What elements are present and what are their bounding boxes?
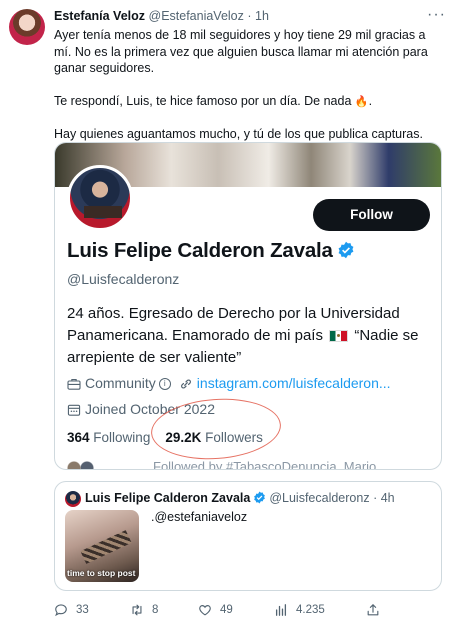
retweet-action[interactable]: 8 xyxy=(130,602,158,618)
info-icon[interactable]: i xyxy=(158,378,171,391)
profile-name-row: Luis Felipe Calderon Zavala xyxy=(67,239,355,263)
verified-badge-icon xyxy=(338,241,354,259)
calendar-icon xyxy=(67,405,81,416)
link-icon xyxy=(180,379,191,389)
reply-count: 33 xyxy=(76,604,89,616)
profile-category: Community xyxy=(85,375,156,391)
more-options-icon[interactable]: ··· xyxy=(427,6,446,24)
following-count: 364 xyxy=(67,430,90,445)
following-stat[interactable]: 364 Following xyxy=(67,430,150,445)
quoted-author-handle: @Luisfecalderonz xyxy=(269,491,370,505)
profile-bio-text: 24 años. Egresado de Derecho por la Univ… xyxy=(67,305,400,344)
tweet: Estefanía Veloz @EstefaniaVeloz · 1h ···… xyxy=(0,0,456,620)
profile-link[interactable]: instagram.com/luisfecalderon... xyxy=(197,375,391,391)
follow-button[interactable]: Follow xyxy=(313,199,430,231)
quoted-tweet-text: .@estefaniaveloz xyxy=(151,510,248,524)
profile-meta-row: Community i instagram.com/luisfecalderon..… xyxy=(67,375,391,391)
following-label: Following xyxy=(93,430,151,445)
share-action[interactable] xyxy=(366,602,380,618)
followed-by-avatars xyxy=(67,460,121,469)
tweet-paragraph-text: Te respondí, Luis, te hice famoso por un… xyxy=(54,93,352,108)
briefcase-icon xyxy=(67,379,81,390)
emoji-icon: 🔥 xyxy=(354,95,369,108)
author-avatar[interactable] xyxy=(9,9,45,45)
mexico-flag-icon xyxy=(329,330,349,343)
share-icon xyxy=(367,604,379,616)
tweet-time[interactable]: 1h xyxy=(255,9,269,23)
retweet-count: 8 xyxy=(152,604,159,616)
profile-card-screenshot[interactable]: Follow Luis Felipe Calderon Zavala @Luis… xyxy=(54,142,442,470)
like-count: 49 xyxy=(220,604,233,616)
heart-icon xyxy=(199,605,211,616)
media-caption: time to stop post xyxy=(67,568,136,578)
separator: · xyxy=(373,491,378,505)
quoted-tweet-time: 4h xyxy=(380,491,395,505)
quoted-author-avatar xyxy=(65,491,81,507)
followed-by-text: Followed by #TabascoDenuncia, Mario xyxy=(153,459,377,470)
profile-handle: @Luisfecalderonz xyxy=(67,271,180,287)
profile-avatar xyxy=(67,165,133,231)
separator: · xyxy=(247,9,252,23)
reply-action[interactable]: 33 xyxy=(54,602,89,618)
views-count: 4.235 xyxy=(296,604,325,616)
retweet-icon xyxy=(132,604,142,616)
views-chart-icon xyxy=(275,604,287,616)
verified-badge-icon xyxy=(254,491,266,504)
quoted-author-name: Luis Felipe Calderon Zavala xyxy=(85,491,251,505)
tweet-header: Estefanía Veloz @EstefaniaVeloz · 1h xyxy=(54,9,446,27)
tweet-text: Ayer tenía menos de 18 mil seguidores y … xyxy=(54,27,446,159)
profile-bio: 24 años. Egresado de Derecho por la Univ… xyxy=(67,303,437,369)
views-action[interactable]: 4.235 xyxy=(274,602,325,618)
quoted-media-thumbnail[interactable]: time to stop post xyxy=(65,510,139,582)
quoted-tweet-header: Luis Felipe Calderon Zavala @Luisfecalder… xyxy=(85,491,395,505)
reply-icon xyxy=(55,604,67,617)
tweet-actions: 33 8 49 4.235 xyxy=(54,602,446,618)
tweet-paragraph-reply: Te respondí, Luis, te hice famoso por un… xyxy=(54,93,373,108)
like-action[interactable]: 49 xyxy=(198,602,233,618)
author-name[interactable]: Estefanía Veloz xyxy=(54,9,145,23)
tweet-paragraph: Ayer tenía menos de 18 mil seguidores y … xyxy=(54,28,428,75)
tweet-paragraph: Hay quienes aguantamos mucho, y tú de lo… xyxy=(54,127,423,141)
profile-name: Luis Felipe Calderon Zavala xyxy=(67,239,333,262)
quoted-tweet[interactable]: Luis Felipe Calderon Zavala @Luisfecalder… xyxy=(54,481,442,591)
followed-by-row: Followed by #TabascoDenuncia, Mario xyxy=(67,459,377,470)
author-handle[interactable]: @EstefaniaVeloz xyxy=(149,9,244,23)
